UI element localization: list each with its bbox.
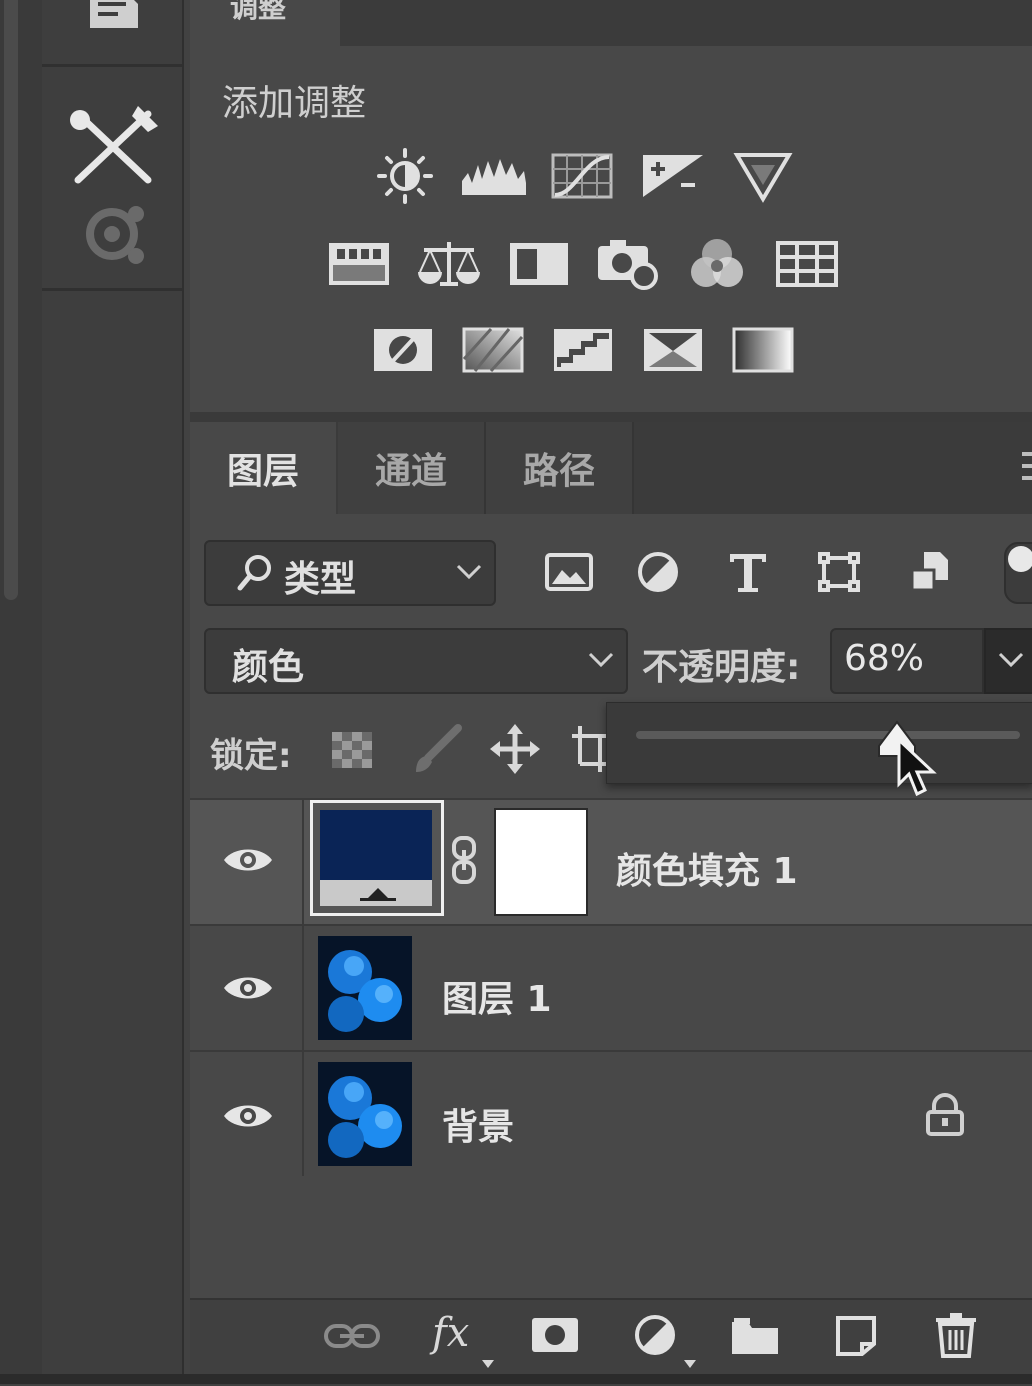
chevron-down-icon: [456, 564, 482, 580]
filter-kind-label: 类型: [284, 559, 357, 600]
vibrance-icon[interactable]: [730, 148, 796, 204]
visibility-eye-icon[interactable]: [222, 1100, 274, 1132]
shape-layer-filter-icon[interactable]: [816, 550, 862, 594]
curves-icon[interactable]: [550, 148, 616, 204]
chevron-down-icon: [998, 652, 1024, 668]
new-adjustment-icon[interactable]: [632, 1312, 678, 1358]
hue-saturation-icon[interactable]: [326, 236, 392, 292]
lock-icon[interactable]: [924, 1092, 966, 1138]
layer-style-icon[interactable]: fx: [432, 1310, 469, 1356]
layer-row-layer1[interactable]: [190, 924, 1032, 1050]
lock-transparent-pixels-icon[interactable]: [330, 730, 374, 770]
black-white-icon[interactable]: [506, 236, 572, 292]
layer-name[interactable]: 颜色填充 1: [616, 842, 798, 894]
layer-row-background[interactable]: [190, 1050, 1032, 1176]
add-mask-icon[interactable]: [530, 1316, 580, 1354]
chevron-down-icon: [588, 652, 614, 668]
exposure-icon[interactable]: [640, 148, 706, 204]
layers-bottom-bar: [190, 1298, 1032, 1386]
properties-icon[interactable]: [82, 200, 150, 268]
link-layers-icon[interactable]: [324, 1318, 380, 1354]
adjustment-layer-filter-icon[interactable]: [636, 550, 680, 594]
caret-down-icon: [684, 1360, 696, 1368]
gradient-map-icon[interactable]: [730, 322, 796, 378]
visibility-eye-icon[interactable]: [222, 972, 274, 1004]
brightness-contrast-icon[interactable]: [372, 148, 438, 204]
pixel-layer-filter-icon[interactable]: [544, 550, 596, 594]
smart-object-filter-icon[interactable]: [906, 548, 952, 594]
opacity-slider-track[interactable]: [636, 731, 1020, 739]
lock-artboard-icon[interactable]: [570, 726, 606, 772]
color-balance-icon[interactable]: [416, 236, 482, 292]
tab-paths[interactable]: 路径: [486, 422, 634, 514]
layer-name[interactable]: 图层 1: [442, 970, 552, 1022]
add-adjustment-title: 添加调整: [222, 83, 367, 124]
opacity-label: 不透明度:: [642, 647, 801, 688]
lock-label: 锁定:: [210, 736, 292, 776]
threshold-icon[interactable]: [550, 322, 616, 378]
layer-thumbnail-image[interactable]: [318, 936, 412, 1040]
filter-toggle-knob: [1008, 546, 1032, 572]
visibility-eye-icon[interactable]: [222, 844, 274, 876]
layer-mask-thumbnail[interactable]: [494, 808, 588, 916]
mask-link-icon[interactable]: [448, 834, 480, 886]
fill-color-thumbnail: [320, 810, 432, 880]
type-layer-filter-icon[interactable]: [726, 550, 770, 594]
tool-separator: [42, 288, 182, 291]
layer-name[interactable]: 背景: [442, 1098, 514, 1150]
selective-color-icon[interactable]: [640, 322, 706, 378]
tool-column: [42, 0, 184, 1384]
blend-mode-value: 颜色: [232, 647, 305, 688]
opacity-value: 68%: [844, 638, 925, 679]
photo-filter-icon[interactable]: [596, 236, 662, 292]
bottom-edge: [0, 1374, 1032, 1384]
background-thumbnail-image[interactable]: [318, 1062, 412, 1166]
search-icon: [237, 555, 271, 591]
adjustments-tab-label: 调整: [230, 0, 287, 24]
document-icon[interactable]: [86, 0, 142, 36]
mouse-cursor-icon: [897, 738, 937, 797]
panel-divider: [190, 412, 1032, 422]
opacity-slider-popup: [606, 702, 1032, 784]
color-lookup-icon[interactable]: [774, 236, 840, 292]
tool-separator: [42, 64, 182, 67]
tab-channels[interactable]: 通道: [338, 422, 486, 514]
fill-indicator-icon: [360, 888, 396, 901]
new-group-icon[interactable]: [730, 1314, 780, 1356]
channel-mixer-icon[interactable]: [684, 236, 750, 292]
tab-layers[interactable]: 图层: [190, 422, 336, 514]
new-layer-icon[interactable]: [834, 1314, 878, 1356]
levels-icon[interactable]: [460, 148, 526, 204]
delete-layer-icon[interactable]: [934, 1312, 978, 1358]
left-scrollbar[interactable]: [4, 0, 18, 600]
lock-image-pixels-icon[interactable]: [410, 724, 464, 774]
invert-icon[interactable]: [370, 322, 436, 378]
lock-position-icon[interactable]: [490, 724, 540, 774]
brush-tools-icon[interactable]: [68, 104, 160, 188]
caret-down-icon: [482, 1360, 494, 1368]
posterize-icon[interactable]: [460, 322, 526, 378]
panel-menu-icon[interactable]: [1018, 450, 1032, 484]
